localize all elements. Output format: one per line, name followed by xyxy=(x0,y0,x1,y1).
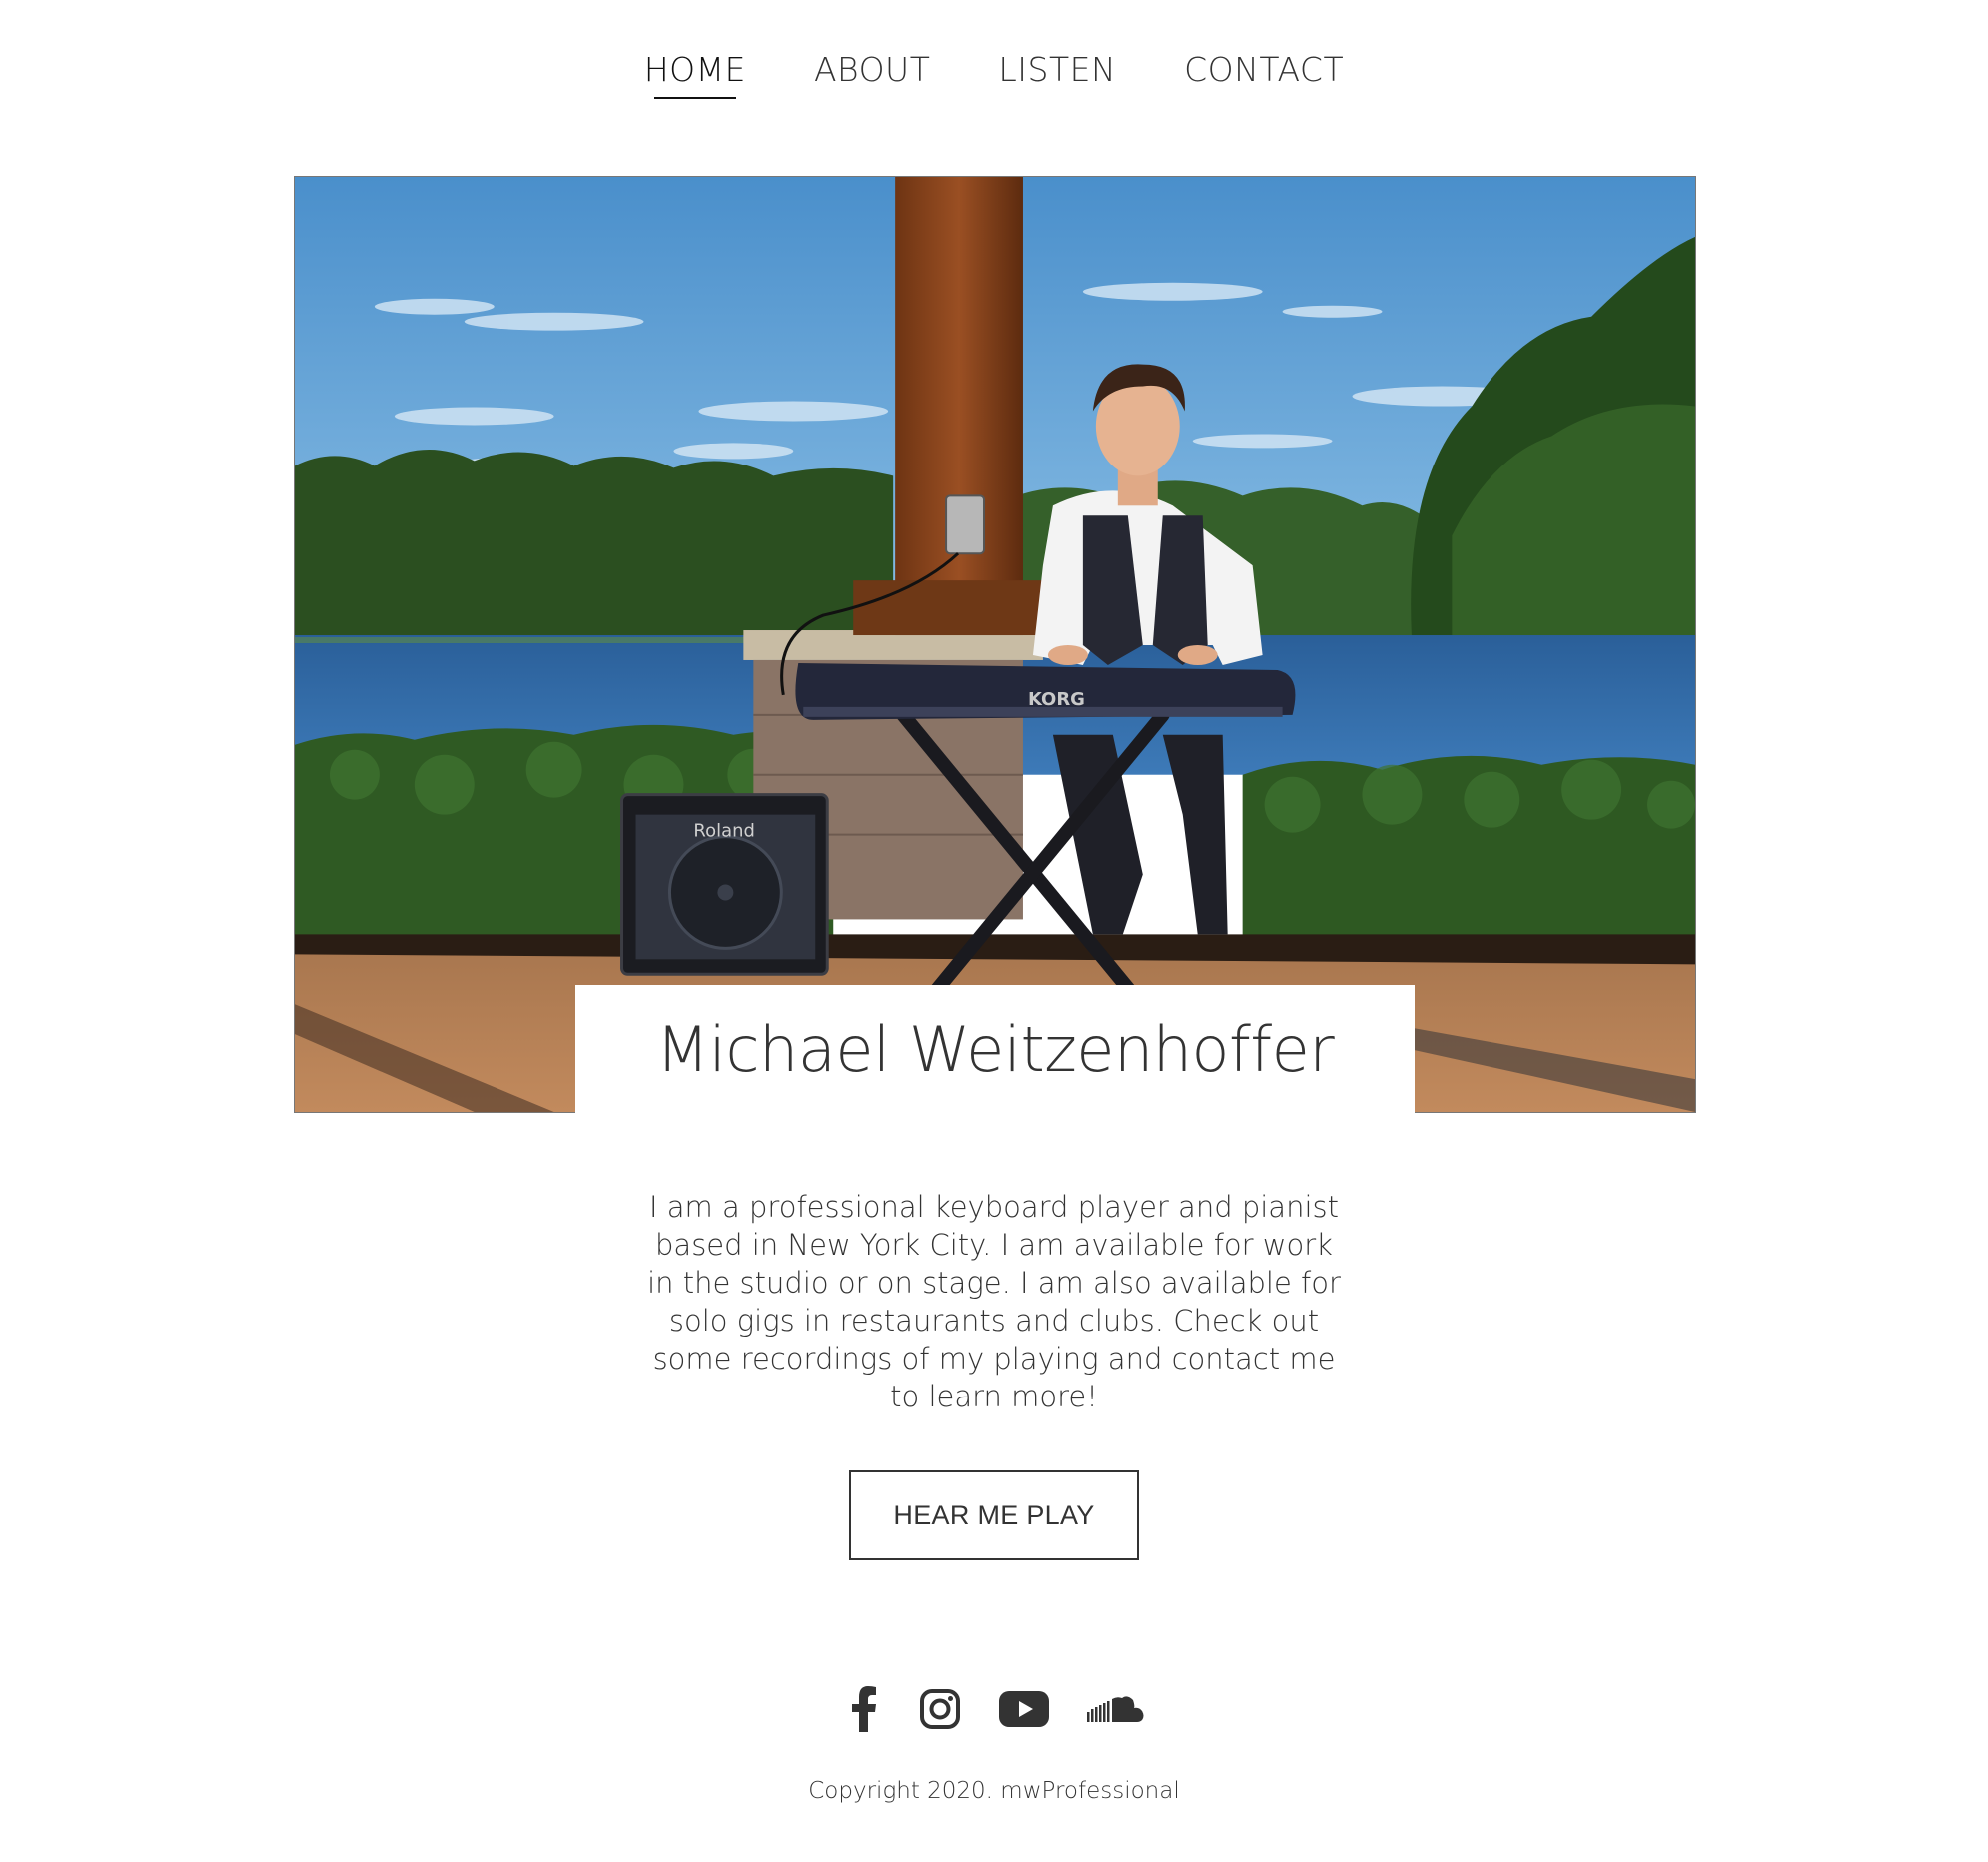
facebook-icon[interactable] xyxy=(841,1686,887,1732)
page: HOME ABOUT LISTEN CONTACT KORG Roland Mi… xyxy=(0,0,1988,1862)
nav-home[interactable]: HOME xyxy=(638,46,752,99)
nav-about[interactable]: ABOUT xyxy=(808,46,936,99)
intro-text: I am a professional keyboard player and … xyxy=(647,1190,1341,1413)
youtube-icon[interactable] xyxy=(993,1686,1055,1732)
main-nav: HOME ABOUT LISTEN CONTACT xyxy=(0,46,1988,99)
amp-brand-label: Roland xyxy=(693,821,754,842)
instagram-icon[interactable] xyxy=(917,1686,963,1732)
copyright-text: Copyright 2020. mwProfessional xyxy=(808,1778,1180,1804)
page-title: Michael Weitzenhoffer xyxy=(655,1013,1335,1086)
soundcloud-icon[interactable] xyxy=(1085,1686,1147,1732)
hero-photo-illustration: KORG Roland xyxy=(295,177,1695,1112)
hear-me-play-button[interactable]: HEAR ME PLAY xyxy=(849,1470,1139,1560)
nav-listen[interactable]: LISTEN xyxy=(992,46,1122,99)
nav-contact[interactable]: CONTACT xyxy=(1178,46,1350,99)
social-links xyxy=(0,1686,1988,1732)
hero-photo: KORG Roland xyxy=(294,176,1696,1113)
name-card: Michael Weitzenhoffer xyxy=(575,985,1415,1113)
keyboard-brand-label: KORG xyxy=(1028,689,1085,710)
